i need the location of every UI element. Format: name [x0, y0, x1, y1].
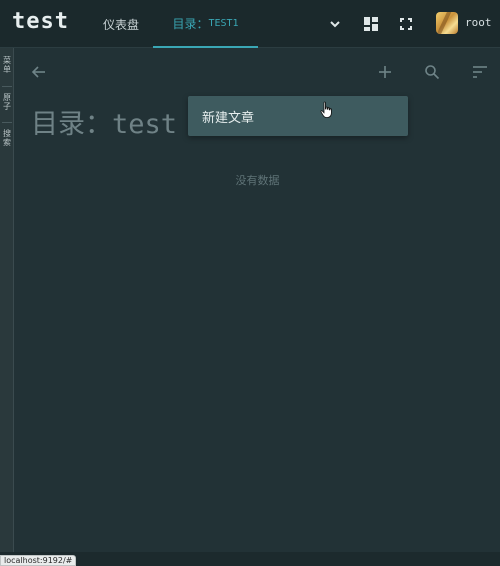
app-title[interactable]: test — [12, 9, 69, 34]
tab-catalog-label-suffix: TEST1 — [208, 17, 239, 29]
page-title-name: test — [112, 109, 178, 140]
rail-item-search[interactable]: 搜索 — [0, 129, 14, 147]
user-avatar[interactable] — [436, 12, 458, 34]
tab-dashboard[interactable]: 仪表盘 — [92, 0, 150, 48]
user-name[interactable]: root — [465, 16, 492, 29]
empty-state-text: 没有数据 — [235, 174, 280, 187]
add-icon[interactable] — [373, 60, 397, 84]
rail-divider — [2, 122, 12, 123]
top-bar: test 仪表盘 目录： TEST1 root — [0, 0, 500, 48]
page-title: 目录：test — [31, 102, 177, 141]
chevron-down-icon[interactable] — [324, 13, 346, 35]
menu-item-new-article[interactable]: 新建文章 — [188, 96, 408, 136]
dashboard-layout-icon[interactable] — [360, 13, 382, 35]
fullscreen-icon[interactable] — [395, 13, 417, 35]
page-title-prefix: 目录： — [31, 109, 112, 140]
tab-catalog[interactable]: 目录： TEST1 — [153, 0, 258, 48]
side-rail: 菜单 原子 搜索 — [0, 48, 14, 552]
rail-item-atom[interactable]: 原子 — [0, 93, 14, 111]
sort-icon[interactable] — [468, 60, 492, 84]
add-dropdown-menu: 新建文章 — [188, 96, 408, 136]
tab-dashboard-label: 仪表盘 — [102, 17, 139, 32]
hand-pointer-cursor-icon — [320, 101, 334, 119]
rail-divider — [2, 86, 12, 87]
status-url: localhost:9192/# — [0, 555, 77, 566]
back-arrow-icon[interactable] — [27, 60, 51, 84]
search-icon[interactable] — [420, 60, 444, 84]
rail-item-menu[interactable]: 菜单 — [0, 56, 14, 74]
tab-catalog-label-prefix: 目录： — [172, 16, 209, 31]
